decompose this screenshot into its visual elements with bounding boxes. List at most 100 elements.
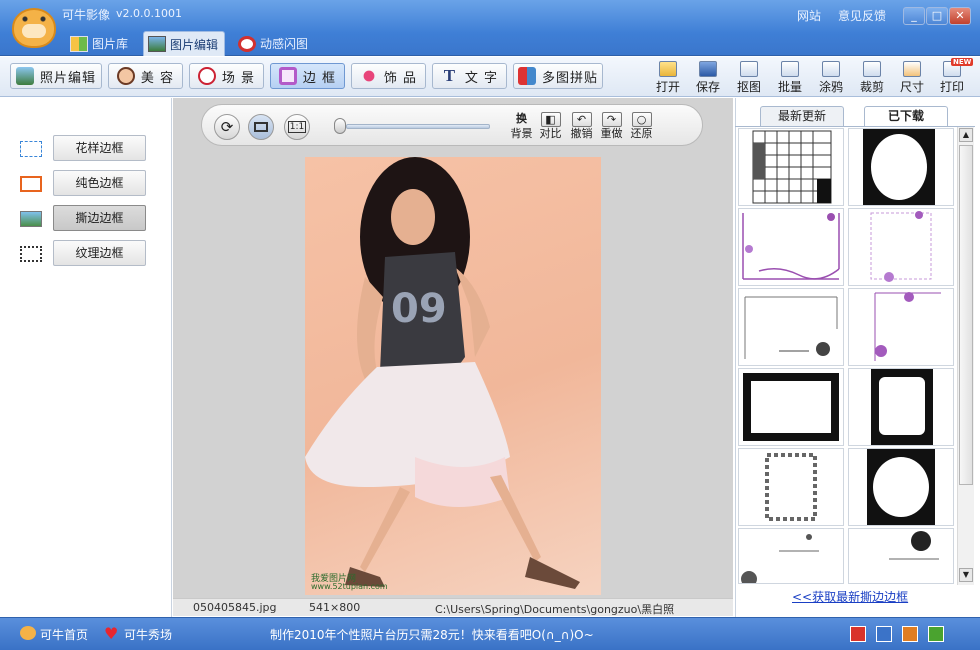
zoom-slider-track[interactable]: [346, 124, 490, 129]
background-button[interactable]: 换背景: [508, 112, 535, 142]
cutout-button[interactable]: 抠图: [731, 61, 767, 95]
zoom-slider-thumb[interactable]: [334, 118, 346, 134]
tool-accessory-label: 饰 品: [383, 70, 418, 86]
green-icon[interactable]: [928, 626, 944, 642]
open-button[interactable]: 打开: [650, 61, 686, 95]
frame-type-texture[interactable]: 纹理边框: [53, 240, 146, 266]
maximize-button[interactable]: □: [926, 7, 948, 25]
frame-thumb-2[interactable]: [848, 128, 954, 206]
face-icon: [116, 67, 135, 85]
tab-divider: [735, 126, 975, 127]
crop-label: 裁剪: [859, 80, 884, 94]
print-button[interactable]: 打印: [934, 61, 970, 95]
tab-image-edit[interactable]: 图片编辑: [143, 31, 226, 56]
home-link[interactable]: 可牛首页: [40, 626, 88, 643]
batch-label: 批量: [777, 80, 802, 94]
new-badge: NEW: [951, 58, 974, 66]
promo-message[interactable]: 制作2010年个性照片台历只需28元！快来看看吧O(∩_∩)O~: [270, 626, 594, 643]
app-name: 可牛影像: [62, 8, 111, 22]
canvas-control-bar: ⟳ 1:1 换背景 ◧ 对比 ↶ 撤销 ↷ 重做 ○ 还原: [201, 104, 703, 146]
solid-frame-icon: [20, 176, 42, 192]
scroll-up-icon[interactable]: ▲: [959, 128, 973, 142]
frame-thumb-7[interactable]: [738, 368, 844, 446]
blue-doc-icon[interactable]: [876, 626, 892, 642]
scene-icon: [197, 67, 216, 85]
file-info-bar: 050405845.jpg 541×800 C:\Users\Spring\Do…: [173, 598, 733, 616]
frame-type-floral[interactable]: 花样边框: [53, 135, 146, 161]
feedback-link[interactable]: 意见反馈: [838, 7, 886, 24]
compare-label: 对比: [539, 127, 562, 140]
frame-icon: [278, 67, 297, 85]
showroom-link[interactable]: 可牛秀场: [124, 626, 172, 643]
frame-thumb-9[interactable]: [738, 448, 844, 526]
tab-library-label: 图片库: [92, 37, 129, 51]
tab-flash-label: 动感闪图: [260, 37, 309, 51]
crop-icon: [863, 61, 881, 77]
frame-type-torn[interactable]: 撕边边框: [53, 205, 146, 231]
tool-photo-edit[interactable]: 照片编辑: [10, 63, 102, 89]
shirt-number: 09: [391, 286, 447, 332]
compare-button[interactable]: ◧ 对比: [537, 112, 564, 142]
actual-size-button[interactable]: 1:1: [284, 114, 310, 140]
orange-icon[interactable]: [902, 626, 918, 642]
image-edit-icon: [148, 36, 166, 52]
tool-scene[interactable]: 场 景: [189, 63, 264, 89]
tab-latest[interactable]: 最新更新: [760, 106, 844, 126]
minimize-button[interactable]: _: [903, 7, 925, 25]
photo-preview[interactable]: 09 我爱图片网 www.52tupian.com: [305, 157, 601, 595]
doodle-button[interactable]: 涂鸦: [813, 61, 849, 95]
app-logo-icon: [12, 8, 56, 48]
tool-collage[interactable]: 多图拼贴: [513, 63, 603, 89]
image-dimensions: 541×800: [309, 601, 361, 614]
watermark-url: www.52tupian.com: [311, 582, 388, 591]
tool-frame-label: 边 框: [302, 70, 337, 86]
rotate-button[interactable]: ⟳: [214, 114, 240, 140]
frame-thumb-1[interactable]: [738, 128, 844, 206]
frame-thumb-11[interactable]: [738, 528, 844, 584]
tool-text-label: 文 字: [464, 70, 499, 86]
frame-thumb-4[interactable]: [848, 208, 954, 286]
restore-icon: ○: [631, 112, 652, 127]
app-version: v2.0.0.1001: [116, 7, 182, 20]
scroll-down-icon[interactable]: ▼: [959, 568, 973, 582]
frame-type-solid[interactable]: 纯色边框: [53, 170, 146, 196]
save-button[interactable]: 保存: [690, 61, 726, 95]
dotted-frame-icon: [20, 141, 42, 157]
website-link[interactable]: 网站: [797, 7, 821, 24]
get-more-frames-link[interactable]: <<获取最新撕边边框: [792, 588, 908, 605]
scroll-thumb[interactable]: [959, 145, 973, 485]
photo-edit-icon: [15, 67, 34, 85]
frame-thumb-6[interactable]: [848, 288, 954, 366]
gallery-scrollbar[interactable]: ▲ ▼: [957, 127, 974, 585]
tool-text[interactable]: T文 字: [432, 63, 507, 89]
cutout-icon: [740, 61, 758, 77]
frame-thumb-5[interactable]: [738, 288, 844, 366]
doodle-label: 涂鸦: [818, 80, 843, 94]
cutout-label: 抠图: [736, 80, 761, 94]
tool-frame[interactable]: 边 框: [270, 63, 345, 89]
woman-photo-image: 09: [305, 157, 580, 589]
text-icon: T: [443, 66, 457, 85]
background-label: 背景: [510, 127, 533, 140]
tab-library[interactable]: 图片库: [66, 31, 134, 56]
tab-flash[interactable]: 动感闪图: [234, 31, 314, 56]
fit-screen-button[interactable]: [248, 114, 274, 140]
undo-button[interactable]: ↶ 撤销: [568, 112, 595, 142]
red-icon[interactable]: [850, 626, 866, 642]
close-button[interactable]: ✕: [949, 7, 971, 25]
tool-accessory[interactable]: 饰 品: [351, 63, 426, 89]
restore-button[interactable]: ○ 还原: [628, 112, 655, 142]
tool-beauty[interactable]: 美 容: [108, 63, 183, 89]
batch-button[interactable]: 批量: [772, 61, 808, 95]
edit-toolbar: 照片编辑 美 容 场 景 边 框 饰 品 T文 字 多图拼贴 打开 保存 抠图 …: [0, 57, 980, 97]
redo-button[interactable]: ↷ 重做: [598, 112, 625, 142]
frame-thumb-12[interactable]: [848, 528, 954, 584]
resize-button[interactable]: 尺寸: [894, 61, 930, 95]
frame-thumb-3[interactable]: [738, 208, 844, 286]
tab-downloaded[interactable]: 已下载: [864, 106, 948, 126]
compare-icon: ◧: [540, 112, 561, 127]
frame-thumb-10[interactable]: [848, 448, 954, 526]
save-icon: [699, 61, 717, 77]
frame-thumb-8[interactable]: [848, 368, 954, 446]
crop-button[interactable]: 裁剪: [854, 61, 890, 95]
